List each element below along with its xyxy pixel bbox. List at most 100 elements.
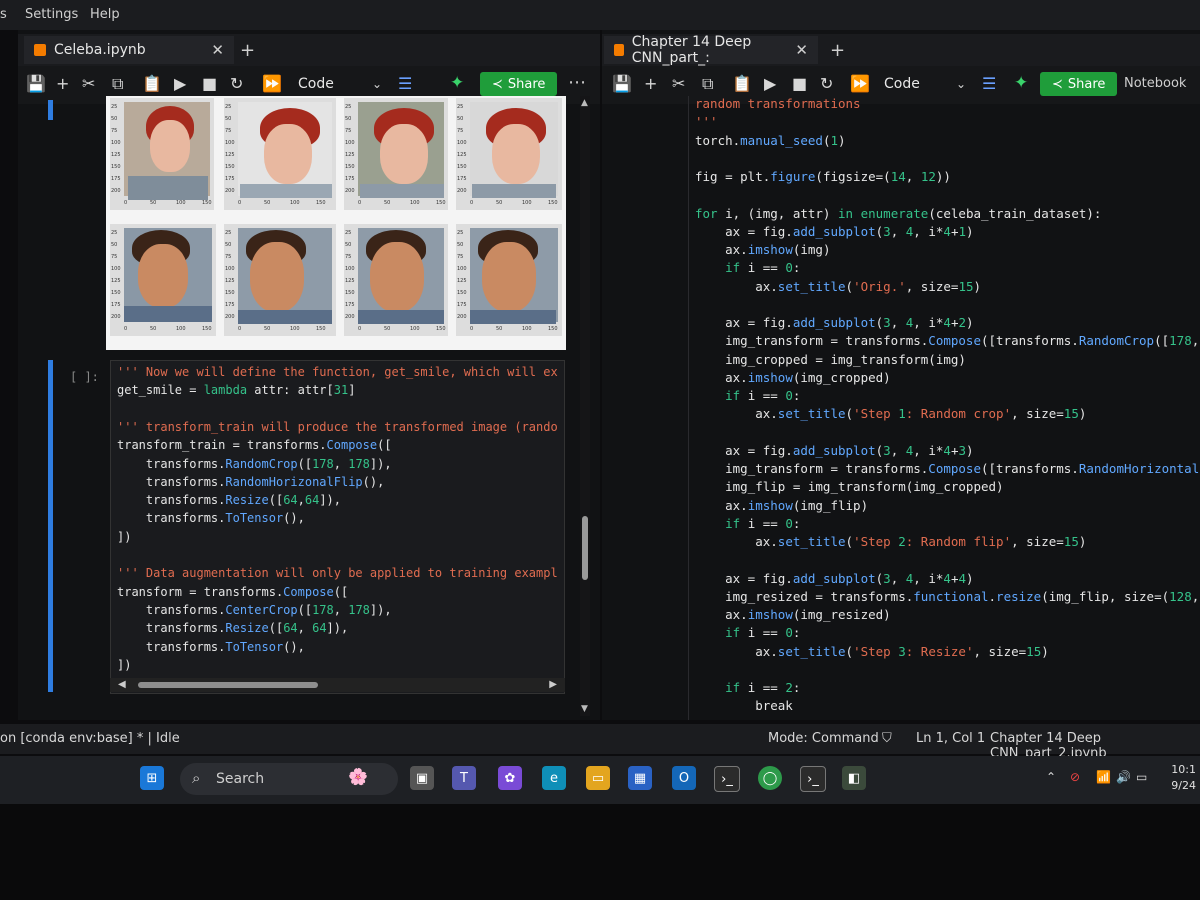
system-tray: ⌃ ⊘ 📶 🔊 ▭ 10:1 9/24 xyxy=(1040,756,1200,804)
system-clock[interactable]: 10:1 9/24 xyxy=(1171,762,1196,794)
battery-icon[interactable]: ▭ xyxy=(1136,770,1147,784)
cut-icon[interactable]: ✂ xyxy=(82,74,95,93)
horizontal-scrollbar[interactable]: ◀ ▶ xyxy=(110,678,565,692)
chevron-down-icon[interactable]: ⌄ xyxy=(956,77,966,91)
axis-tick-label: 125 xyxy=(345,152,355,158)
code-cell-editor[interactable]: random transformations ''' torch.manual_se… xyxy=(688,96,1200,720)
paste-icon[interactable]: 📋 xyxy=(142,74,162,93)
copy-icon[interactable]: ⧉ xyxy=(702,74,713,94)
sparkle-icon[interactable]: ✦ xyxy=(450,73,464,93)
cell-type-select[interactable]: Code xyxy=(298,76,334,92)
close-icon[interactable]: ✕ xyxy=(211,41,224,59)
axis-tick-label: 150 xyxy=(345,164,355,170)
sparkle-icon[interactable]: ✦ xyxy=(1014,73,1028,93)
cell-output-figure: 25 50 75 100 125 150 175 200 0 50 100 150 25 50 75 100 1… xyxy=(106,96,566,350)
new-tab-plus-icon[interactable]: + xyxy=(240,40,255,61)
share-button[interactable]: ≺ Share xyxy=(480,72,558,96)
wifi-icon[interactable]: 📶 xyxy=(1096,770,1111,784)
share-icon: ≺ xyxy=(1052,76,1063,92)
close-icon[interactable]: ✕ xyxy=(795,41,808,59)
axis-tick-label: 175 xyxy=(111,176,121,182)
restart-icon[interactable]: ↻ xyxy=(230,74,243,93)
code-line: ]) xyxy=(117,657,132,672)
axis-tick-label: 100 xyxy=(290,200,300,206)
teams-icon[interactable]: T xyxy=(452,766,476,790)
axis-tick-label: 0 xyxy=(124,326,128,332)
axis-tick-label: 0 xyxy=(470,200,474,206)
terminal-icon[interactable]: ›_ xyxy=(714,766,740,792)
scroll-thumb[interactable] xyxy=(582,516,588,580)
tab-chapter14[interactable]: Chapter 14 Deep CNN_part_: ✕ xyxy=(604,34,818,66)
axis-tick-label: 125 xyxy=(111,278,121,284)
tab-title: Chapter 14 Deep CNN_part_: xyxy=(631,34,752,66)
console-icon[interactable]: ›_ xyxy=(800,766,826,792)
volume-icon[interactable]: 🔊 xyxy=(1116,770,1131,784)
save-icon[interactable]: 💾 xyxy=(612,74,632,93)
menu-settings[interactable]: Settings xyxy=(25,7,78,22)
scroll-down-icon[interactable]: ▼ xyxy=(581,704,588,714)
run-icon[interactable]: ▶ xyxy=(764,74,776,93)
windows-taskbar: ⊞ ⌕ Search 🌸 ▣ T ✿ e ▭ ▦ O ›_ ◯ ›_ ◧ ⌃ ⊘… xyxy=(0,756,1200,804)
add-cell-icon[interactable]: + xyxy=(56,74,69,93)
property-inspector-icon[interactable]: ☰ xyxy=(398,74,412,93)
taskbar-search[interactable]: ⌕ Search 🌸 xyxy=(180,763,398,795)
stop-icon[interactable]: ■ xyxy=(202,74,217,93)
menu-item-partial[interactable]: s xyxy=(0,7,7,22)
fast-forward-icon[interactable]: ⏩ xyxy=(262,74,282,93)
app-window-icon[interactable]: ◧ xyxy=(842,766,866,790)
code-line: ax = fig.add_subplot(3, 4, i*4+4) xyxy=(695,570,974,586)
chevron-up-icon[interactable]: ⌃ xyxy=(1046,770,1056,784)
status-bar: on [conda env:base] * | Idle Mode: Comma… xyxy=(0,724,1200,761)
add-cell-icon[interactable]: + xyxy=(644,74,657,93)
scroll-right-icon[interactable]: ▶ xyxy=(549,679,557,690)
run-icon[interactable]: ▶ xyxy=(174,74,186,93)
share-button[interactable]: ≺ Share xyxy=(1040,72,1118,96)
scroll-thumb[interactable] xyxy=(138,682,318,688)
axis-tick-label: 150 xyxy=(225,164,235,170)
property-inspector-icon[interactable]: ☰ xyxy=(982,74,996,93)
axis-tick-label: 25 xyxy=(457,230,464,236)
chevron-down-icon[interactable]: ⌄ xyxy=(372,77,382,91)
outlook-icon[interactable]: O xyxy=(672,766,696,790)
axis-tick-label: 200 xyxy=(457,314,467,320)
file-explorer-icon[interactable]: ▭ xyxy=(586,766,610,790)
new-tab-plus-icon[interactable]: + xyxy=(830,40,845,61)
axis-tick-label: 50 xyxy=(264,326,271,332)
code-cell-editor[interactable]: ''' Now we will define the function, get… xyxy=(110,360,565,694)
more-options-icon[interactable]: ⋯ xyxy=(568,72,586,93)
cut-icon[interactable]: ✂ xyxy=(672,74,685,93)
copy-icon[interactable]: ⧉ xyxy=(112,74,123,94)
axis-tick-label: 175 xyxy=(345,302,355,308)
kernel-status: on [conda env:base] * | Idle xyxy=(0,731,180,746)
scroll-up-icon[interactable]: ▲ xyxy=(581,98,588,108)
menu-help[interactable]: Help xyxy=(90,7,120,22)
store-icon[interactable]: ▦ xyxy=(628,766,652,790)
axis-tick-label: 0 xyxy=(238,200,242,206)
restart-icon[interactable]: ↻ xyxy=(820,74,833,93)
fast-forward-icon[interactable]: ⏩ xyxy=(850,74,870,93)
axis-tick-label: 75 xyxy=(225,254,232,260)
edge-icon[interactable]: e xyxy=(542,766,566,790)
tab-celeba[interactable]: Celeba.ipynb ✕ xyxy=(24,36,234,64)
cell-type-select[interactable]: Code xyxy=(884,76,920,92)
app-circle-icon[interactable]: ◯ xyxy=(758,766,782,790)
notebook-kernel-label[interactable]: Notebook xyxy=(1124,76,1186,91)
axis-tick-label: 25 xyxy=(457,104,464,110)
copilot-icon[interactable]: ✿ xyxy=(498,766,522,790)
windows-start-icon[interactable]: ⊞ xyxy=(140,766,164,790)
axis-tick-label: 100 xyxy=(345,266,355,272)
axis-tick-label: 175 xyxy=(225,302,235,308)
stop-icon[interactable]: ■ xyxy=(792,74,807,93)
vertical-scrollbar[interactable]: ▲ ▼ xyxy=(580,96,590,716)
save-icon[interactable]: 💾 xyxy=(26,74,46,93)
axis-tick-label: 50 xyxy=(111,242,118,248)
update-alert-icon[interactable]: ⊘ xyxy=(1070,770,1080,784)
axis-tick-label: 175 xyxy=(111,302,121,308)
task-view-icon[interactable]: ▣ xyxy=(410,766,434,790)
axis-tick-label: 75 xyxy=(457,254,464,260)
axis-tick-label: 100 xyxy=(410,200,420,206)
paste-icon[interactable]: 📋 xyxy=(732,74,752,93)
axis-tick-label: 100 xyxy=(225,266,235,272)
axis-tick-label: 150 xyxy=(457,290,467,296)
scroll-left-icon[interactable]: ◀ xyxy=(118,679,126,690)
